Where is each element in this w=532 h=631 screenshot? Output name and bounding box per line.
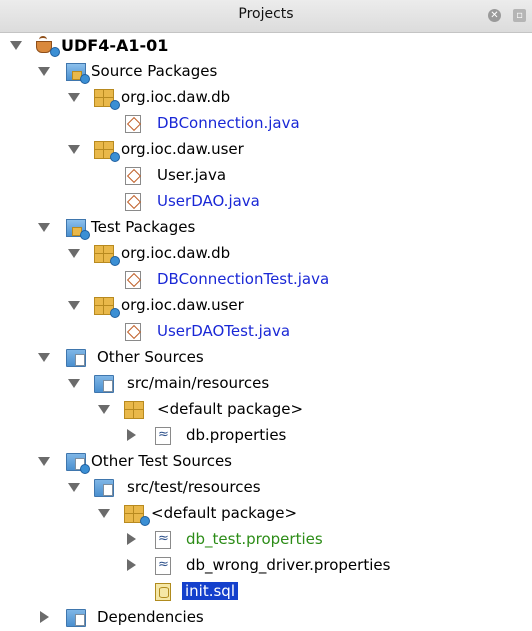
tree-row-file[interactable]: db_test.properties (0, 527, 532, 553)
tree-row-package[interactable]: <default package> (0, 397, 532, 423)
badge-icon (110, 152, 120, 162)
java-file-icon (125, 193, 141, 211)
tree-label: src/main/resources (127, 374, 270, 392)
tree-row-source-packages[interactable]: Source Packages (0, 59, 532, 85)
tree-label: UserDAOTest.java (157, 322, 291, 340)
tree-label: Dependencies (97, 608, 204, 626)
java-file-icon (125, 323, 141, 341)
expand-toggle-icon[interactable] (38, 67, 50, 76)
package-icon (124, 401, 144, 419)
tree-row-file[interactable]: UserDAO.java (0, 189, 532, 215)
tree-row-file[interactable]: db.properties (0, 423, 532, 449)
tree-row-folder[interactable]: src/main/resources (0, 371, 532, 397)
badge-icon (110, 256, 120, 266)
tree-row-file[interactable]: User.java (0, 163, 532, 189)
tree-label: org.ioc.daw.db (121, 88, 231, 106)
tree-row-file[interactable]: DBConnection.java (0, 111, 532, 137)
expand-toggle-icon[interactable] (68, 145, 80, 154)
projects-panel-header: Projects ✕ ▫ (0, 0, 532, 33)
expand-toggle-icon[interactable] (68, 483, 80, 492)
badge-icon (110, 308, 120, 318)
expand-toggle-icon[interactable] (127, 429, 136, 441)
expand-toggle-icon[interactable] (127, 559, 136, 571)
folder-icon (94, 375, 114, 393)
tree-row-folder[interactable]: Dependencies (0, 605, 532, 631)
tree-row-file[interactable]: DBConnectionTest.java (0, 267, 532, 293)
tree-label: Other Test Sources (91, 452, 232, 470)
expand-toggle-icon[interactable] (68, 93, 80, 102)
badge-icon (80, 464, 90, 474)
badge-icon (80, 230, 90, 240)
tree-row-folder[interactable]: src/test/resources (0, 475, 532, 501)
tree-label: org.ioc.daw.db (121, 244, 231, 262)
project-label: UDF4-A1-01 (61, 36, 169, 55)
tree-label: db.properties (186, 426, 287, 444)
tree-row-package[interactable]: <default package> (0, 501, 532, 527)
tree-label: db_wrong_driver.properties (186, 556, 391, 574)
tree-row-folder[interactable]: Other Sources (0, 345, 532, 371)
tree-label: org.ioc.daw.user (121, 140, 244, 158)
expand-toggle-icon[interactable] (98, 509, 110, 518)
tree-label: DBConnectionTest.java (157, 270, 330, 288)
badge-icon (80, 74, 90, 84)
expand-toggle-icon[interactable] (68, 301, 80, 310)
expand-toggle-icon[interactable] (68, 379, 80, 388)
properties-file-icon (155, 427, 171, 445)
tree-label: src/test/resources (127, 478, 261, 496)
tree-row-file[interactable]: UserDAOTest.java (0, 319, 532, 345)
folder-icon (66, 349, 86, 367)
tree-label: Other Sources (97, 348, 204, 366)
properties-file-icon (155, 557, 171, 575)
expand-toggle-icon[interactable] (38, 457, 50, 466)
expand-toggle-icon[interactable] (40, 611, 49, 623)
tree-row-package[interactable]: org.ioc.daw.db (0, 85, 532, 111)
close-panel-icon[interactable]: ✕ (488, 9, 501, 22)
expand-toggle-icon[interactable] (68, 249, 80, 258)
tree-row-package[interactable]: org.ioc.daw.user (0, 137, 532, 163)
tree-row-file[interactable]: db_wrong_driver.properties (0, 553, 532, 579)
tree-label: UserDAO.java (157, 192, 260, 210)
badge-icon (140, 516, 150, 526)
java-file-icon (125, 167, 141, 185)
tree-label: <default package> (151, 504, 298, 522)
java-file-icon (125, 115, 141, 133)
badge-icon (110, 100, 120, 110)
java-file-icon (125, 271, 141, 289)
panel-title: Projects (238, 6, 294, 22)
expand-toggle-icon[interactable] (38, 223, 50, 232)
tree-label: Source Packages (91, 62, 218, 80)
tree-row-folder[interactable]: Other Test Sources (0, 449, 532, 475)
tree-row-test-packages[interactable]: Test Packages (0, 215, 532, 241)
tree-label: Test Packages (91, 218, 196, 236)
tree-label: DBConnection.java (157, 114, 300, 132)
expand-toggle-icon[interactable] (127, 533, 136, 545)
tree-label: db_test.properties (186, 530, 323, 548)
expand-toggle-icon[interactable] (10, 41, 22, 50)
expand-toggle-icon[interactable] (38, 353, 50, 362)
tree-row-package[interactable]: org.ioc.daw.db (0, 241, 532, 267)
badge-icon (50, 47, 60, 57)
tree-row-file[interactable]: init.sql (0, 579, 532, 605)
tree-label: init.sql (182, 582, 238, 600)
expand-toggle-icon[interactable] (98, 405, 110, 414)
tree-label: org.ioc.daw.user (121, 296, 244, 314)
tree-label: User.java (157, 166, 227, 184)
tree-row-package[interactable]: org.ioc.daw.user (0, 293, 532, 319)
folder-icon (94, 479, 114, 497)
tree-row-project[interactable]: UDF4-A1-01 (0, 33, 532, 59)
sql-file-icon (155, 583, 171, 601)
properties-file-icon (155, 531, 171, 549)
maximize-panel-icon[interactable]: ▫ (513, 9, 526, 22)
tree-label: <default package> (157, 400, 304, 418)
